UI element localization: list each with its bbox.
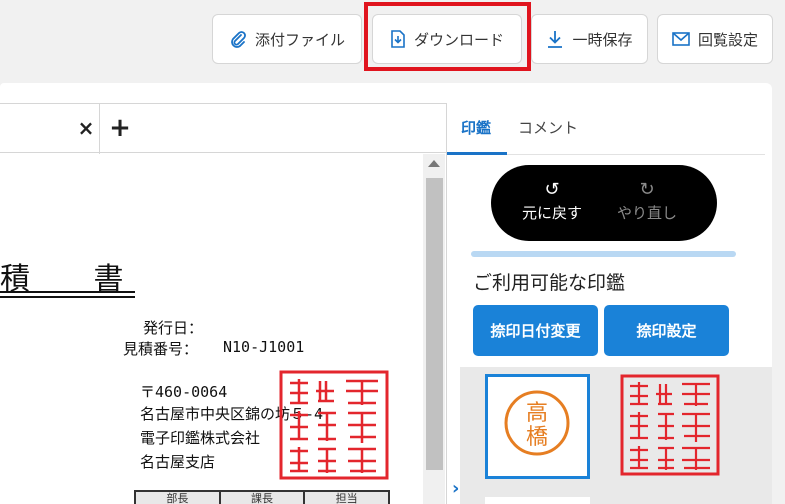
change-stamp-date-button[interactable]: 捺印日付変更	[473, 305, 598, 356]
active-tab-indicator	[447, 152, 507, 155]
loading-bar	[471, 251, 736, 257]
chevron-right-icon[interactable]: ›	[452, 478, 459, 499]
company-seal-item[interactable]	[620, 374, 720, 476]
estimate-no-value: N10-J1001	[223, 338, 305, 356]
redo-label: やり直し	[616, 204, 677, 222]
company-name: 電子印鑑株式会社	[140, 429, 261, 447]
panel-divider	[446, 103, 447, 504]
scrollbar-thumb[interactable]	[426, 178, 443, 470]
circulation-settings-label: 回覧設定	[697, 30, 758, 49]
tab-comments[interactable]: コメント	[518, 117, 578, 138]
redo-icon: ↻	[639, 179, 655, 200]
stamp-column-2: 課長	[220, 492, 306, 504]
add-tab-icon[interactable]: +	[109, 115, 131, 141]
title-underline	[0, 291, 135, 293]
seal-item-next[interactable]	[485, 497, 590, 504]
undo-button[interactable]: ↺ 元に戻す	[514, 180, 590, 223]
stamp-column-3: 担当	[305, 492, 389, 504]
seal-text-2: 橋	[526, 425, 548, 450]
available-seals-heading: ご利用可能な印鑑	[473, 272, 626, 294]
undo-label: 元に戻す	[521, 204, 582, 222]
download-arrow-icon	[548, 31, 563, 48]
temp-save-label: 一時保存	[572, 30, 633, 49]
attach-file-button[interactable]: 添付ファイル	[212, 14, 362, 64]
title-underline-2	[0, 296, 135, 298]
issue-date-label: 発行日：	[143, 319, 204, 337]
circulation-settings-button[interactable]: 回覧設定	[657, 14, 773, 64]
stamp-settings-button[interactable]: 捺印設定	[604, 305, 729, 356]
personal-seal-image: 高 橋	[504, 390, 570, 456]
branch-name: 名古屋支店	[140, 453, 216, 471]
postal-code: 〒460-0064	[140, 383, 228, 401]
document-tab-bar	[0, 103, 447, 154]
attach-file-label: 添付ファイル	[254, 30, 345, 49]
scroll-up-icon[interactable]	[428, 160, 440, 167]
approval-stamp-table: 部長 課長 担当	[134, 490, 390, 504]
undo-icon: ↺	[544, 179, 560, 200]
redo-button[interactable]: ↻ やり直し	[609, 180, 685, 223]
paperclip-icon	[231, 31, 246, 48]
seal-text-1: 高	[526, 401, 548, 426]
envelope-icon	[672, 32, 690, 46]
company-seal-image	[279, 370, 389, 480]
close-tab-icon[interactable]: ×	[77, 117, 95, 139]
download-highlight-frame	[364, 2, 531, 71]
tab-seals[interactable]: 印鑑	[461, 117, 491, 138]
stamp-column-1: 部長	[136, 492, 221, 504]
estimate-no-label: 見積番号：	[123, 340, 199, 358]
temp-save-button[interactable]: 一時保存	[531, 14, 648, 64]
